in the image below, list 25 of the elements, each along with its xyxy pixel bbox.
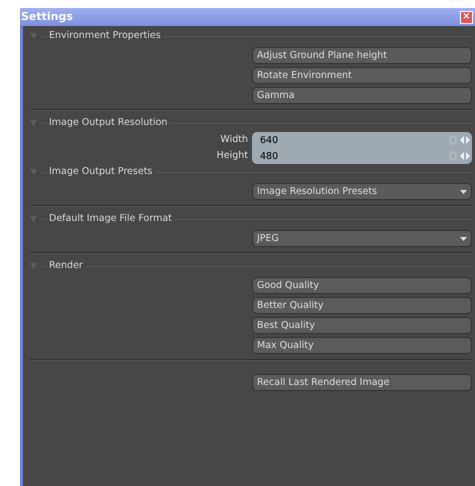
dropdown[interactable]: Image Resolution Presets	[252, 183, 472, 200]
section-title: Image Output Resolution	[49, 116, 168, 130]
action-button[interactable]: Recall Last Rendered Image	[252, 374, 472, 391]
caret-icon	[460, 236, 467, 240]
section-title: Default Image File Format	[49, 212, 172, 226]
section-title: Render	[49, 258, 83, 273]
close-button[interactable]: ×	[460, 10, 473, 24]
action-button[interactable]: Rotate Environment	[252, 67, 472, 84]
spinner-arrows-icon[interactable]	[460, 135, 470, 145]
action-button[interactable]: Best Quality	[252, 317, 472, 334]
action-button[interactable]: Max Quality	[252, 337, 472, 354]
field-label: Height	[216, 149, 248, 163]
action-button[interactable]: Better Quality	[252, 297, 472, 314]
action-button[interactable]: Good Quality	[252, 277, 472, 294]
action-button[interactable]: Gamma	[252, 87, 472, 104]
spinner-arrows-icon[interactable]	[460, 151, 470, 161]
caret-icon	[460, 190, 467, 194]
number-field[interactable]: 480	[252, 148, 472, 164]
section-title: Image Output Presets	[49, 164, 152, 179]
field-label: Width	[220, 133, 248, 147]
dropdown[interactable]: JPEG	[252, 230, 472, 247]
window-title: Settings	[20, 8, 73, 25]
number-field[interactable]: 640	[252, 132, 472, 148]
section-title: Environment Properties	[49, 28, 161, 43]
action-button[interactable]: Adjust Ground Plane height	[252, 47, 472, 64]
